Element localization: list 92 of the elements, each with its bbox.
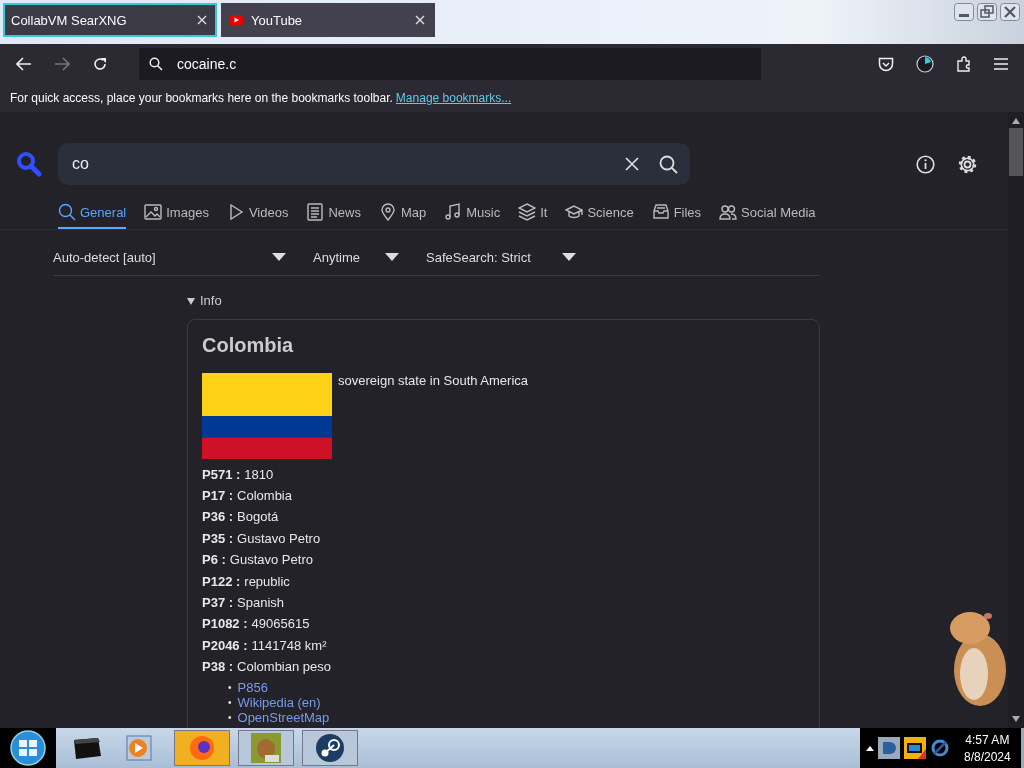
account-progress-icon[interactable] xyxy=(916,55,934,73)
category-icon xyxy=(518,203,537,221)
start-orb-icon[interactable] xyxy=(0,728,56,768)
scroll-up-icon[interactable] xyxy=(1012,118,1020,124)
bullet-mark: • xyxy=(228,681,232,696)
category-tab[interactable]: Videos xyxy=(226,203,289,229)
category-icon xyxy=(444,203,463,221)
category-tab[interactable]: Map xyxy=(378,203,427,229)
clock-date: 8/8/2024 xyxy=(964,749,1011,764)
browser-tab[interactable]: CollabVM SearXNG xyxy=(3,3,217,37)
property-value: Gustavo Petro xyxy=(229,552,313,568)
restore-icon[interactable] xyxy=(977,3,997,21)
property-value: 49065615 xyxy=(251,616,310,632)
category-tab[interactable]: Music xyxy=(444,203,501,229)
clock-time: 4:57 AM xyxy=(965,732,1010,747)
category-tab[interactable]: Social Media xyxy=(719,203,816,229)
property-key: P571 : xyxy=(202,466,241,482)
category-tab[interactable]: News xyxy=(306,203,361,229)
taskbar-clock[interactable]: 4:57 AM 8/8/2024 xyxy=(954,728,1021,768)
category-tab[interactable]: Science xyxy=(565,203,634,229)
property-value: 1141748 km² xyxy=(251,637,327,653)
filter-dropdown[interactable]: Anytime xyxy=(313,249,399,265)
pocket-icon[interactable] xyxy=(878,56,894,72)
property-value: Spanish xyxy=(237,595,285,611)
infobox-link[interactable]: Wikipedia (en) xyxy=(237,695,321,711)
address-bar[interactable]: cocaine.c xyxy=(139,48,761,80)
property-key: P38 : xyxy=(202,659,234,675)
property-key: P2046 : xyxy=(202,637,248,653)
bookmarks-hint: For quick access, place your bookmarks here on the bookmarks toolbar. xyxy=(10,91,393,105)
scrollbar-thumb[interactable] xyxy=(1009,128,1023,176)
filter-dropdown[interactable]: SafeSearch: Strict xyxy=(426,249,576,265)
property-value: Bogotá xyxy=(237,509,279,525)
puzzle-piece-icon[interactable] xyxy=(956,56,972,72)
category-icon xyxy=(565,203,584,221)
browser-tab[interactable]: YouTube xyxy=(221,3,435,37)
caret-icon xyxy=(385,253,399,261)
category-icon xyxy=(58,203,76,221)
category-tab[interactable]: Images xyxy=(144,203,209,229)
category-tab[interactable]: Files xyxy=(651,203,702,229)
property-key: P36 : xyxy=(202,509,234,525)
caret-icon xyxy=(562,253,576,261)
steam-icon xyxy=(315,733,345,763)
show-desktop-button[interactable] xyxy=(1020,728,1024,768)
tray-network-icon[interactable] xyxy=(930,738,950,758)
property-key: P37 : xyxy=(202,595,234,611)
filter-dropdown[interactable]: Auto-detect [auto] xyxy=(53,249,286,265)
close-icon[interactable] xyxy=(1000,3,1020,21)
taskbar-button[interactable] xyxy=(302,730,358,766)
search-field[interactable]: co xyxy=(58,143,690,185)
media-player-icon[interactable] xyxy=(126,735,152,761)
property-key: P35 : xyxy=(202,530,234,546)
category-icon xyxy=(144,203,163,221)
caret-icon xyxy=(272,253,286,261)
property-value: Colombia xyxy=(237,488,292,504)
search-icon xyxy=(149,57,163,71)
clear-icon[interactable] xyxy=(625,157,639,171)
property-key: P122 : xyxy=(202,573,241,589)
property-key: P1082 : xyxy=(202,616,248,632)
reload-icon[interactable] xyxy=(92,56,108,72)
search-icon[interactable] xyxy=(659,154,678,174)
forward-arrow-icon[interactable] xyxy=(54,57,70,71)
property-key: P6 : xyxy=(202,552,226,568)
property-value: Gustavo Petro xyxy=(237,530,321,546)
bullet-mark: • xyxy=(228,696,232,711)
animal-box-icon xyxy=(251,733,281,763)
settings-icon[interactable] xyxy=(957,153,978,175)
infobox-link[interactable]: P856 xyxy=(237,680,268,696)
infobox-link[interactable]: OpenStreetMap xyxy=(237,710,330,726)
minimize-icon[interactable] xyxy=(954,3,974,21)
menu-icon[interactable] xyxy=(994,58,1008,70)
category-icon xyxy=(651,203,670,221)
magnifier-logo-icon[interactable] xyxy=(16,151,42,177)
scroll-down-icon[interactable] xyxy=(1012,716,1020,722)
property-value: Colombian peso xyxy=(237,659,332,675)
category-icon xyxy=(378,203,397,221)
info-toggle[interactable]: Info xyxy=(187,293,222,308)
category-icon xyxy=(719,203,738,221)
tray-monitor-icon[interactable] xyxy=(904,737,926,759)
category-tab[interactable]: It xyxy=(518,203,548,229)
property-key: P17 : xyxy=(202,488,234,504)
infobox-title: Colombia xyxy=(202,333,295,357)
property-value: republic xyxy=(244,573,290,589)
property-value: 1810 xyxy=(244,466,274,482)
manage-bookmarks-link[interactable]: Manage bookmarks... xyxy=(395,91,512,105)
info-icon[interactable] xyxy=(916,154,935,174)
play-logo-icon xyxy=(229,15,243,25)
back-arrow-icon[interactable] xyxy=(16,57,32,71)
description-text: sovereign state in South America xyxy=(338,372,529,388)
tray-expand-icon[interactable] xyxy=(866,745,874,751)
fox-globe-icon xyxy=(187,733,217,763)
category-icon xyxy=(306,203,325,221)
bullet-mark: • xyxy=(228,711,232,726)
